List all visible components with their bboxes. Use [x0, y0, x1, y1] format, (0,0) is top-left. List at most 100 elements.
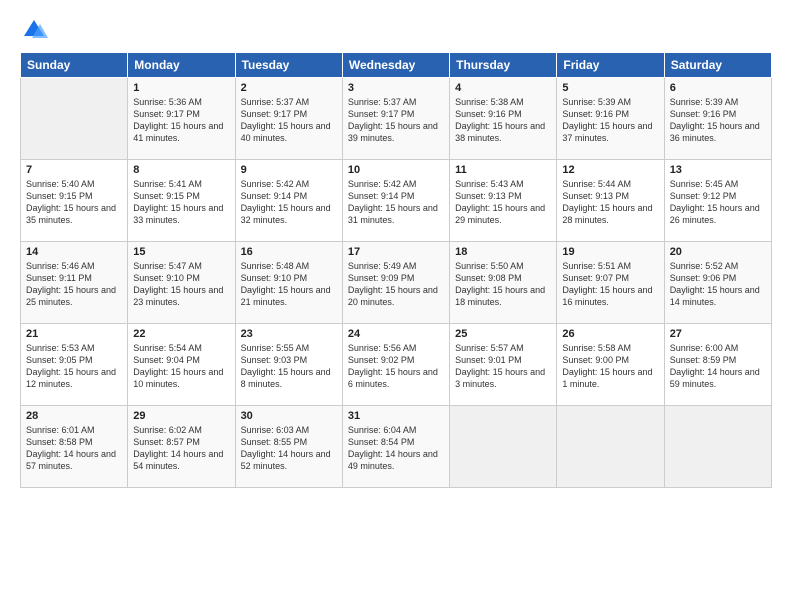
calendar-week-row: 7 Sunrise: 5:40 AMSunset: 9:15 PMDaylight… [21, 160, 772, 242]
cell-info: Sunrise: 5:44 AMSunset: 9:13 PMDaylight:… [562, 178, 658, 227]
calendar-cell: 15 Sunrise: 5:47 AMSunset: 9:10 PMDayligh… [128, 242, 235, 324]
cell-info: Sunrise: 5:37 AMSunset: 9:17 PMDaylight:… [241, 96, 337, 145]
calendar-cell: 17 Sunrise: 5:49 AMSunset: 9:09 PMDayligh… [342, 242, 449, 324]
weekday-header: Saturday [664, 53, 771, 78]
cell-info: Sunrise: 5:53 AMSunset: 9:05 PMDaylight:… [26, 342, 122, 391]
cell-info: Sunrise: 5:48 AMSunset: 9:10 PMDaylight:… [241, 260, 337, 309]
calendar-cell: 29 Sunrise: 6:02 AMSunset: 8:57 PMDayligh… [128, 406, 235, 488]
day-number: 18 [455, 246, 551, 258]
calendar-cell: 28 Sunrise: 6:01 AMSunset: 8:58 PMDayligh… [21, 406, 128, 488]
calendar-cell: 2 Sunrise: 5:37 AMSunset: 9:17 PMDaylight… [235, 78, 342, 160]
calendar-cell: 25 Sunrise: 5:57 AMSunset: 9:01 PMDayligh… [450, 324, 557, 406]
day-number: 24 [348, 328, 444, 340]
day-number: 15 [133, 246, 229, 258]
day-number: 17 [348, 246, 444, 258]
cell-info: Sunrise: 5:55 AMSunset: 9:03 PMDaylight:… [241, 342, 337, 391]
calendar-page: SundayMondayTuesdayWednesdayThursdayFrid… [0, 0, 792, 612]
cell-info: Sunrise: 6:02 AMSunset: 8:57 PMDaylight:… [133, 424, 229, 473]
logo [20, 16, 52, 44]
day-number: 12 [562, 164, 658, 176]
calendar-cell: 8 Sunrise: 5:41 AMSunset: 9:15 PMDaylight… [128, 160, 235, 242]
cell-info: Sunrise: 5:41 AMSunset: 9:15 PMDaylight:… [133, 178, 229, 227]
day-number: 16 [241, 246, 337, 258]
cell-info: Sunrise: 6:01 AMSunset: 8:58 PMDaylight:… [26, 424, 122, 473]
calendar-cell: 16 Sunrise: 5:48 AMSunset: 9:10 PMDayligh… [235, 242, 342, 324]
calendar-week-row: 1Sunrise: 5:36 AMSunset: 9:17 PMDaylight… [21, 78, 772, 160]
cell-info: Sunrise: 5:58 AMSunset: 9:00 PMDaylight:… [562, 342, 658, 391]
cell-info: Sunrise: 5:40 AMSunset: 9:15 PMDaylight:… [26, 178, 122, 227]
calendar-cell: 18 Sunrise: 5:50 AMSunset: 9:08 PMDayligh… [450, 242, 557, 324]
cell-info: Sunrise: 5:49 AMSunset: 9:09 PMDaylight:… [348, 260, 444, 309]
calendar-cell: 11Sunrise: 5:43 AMSunset: 9:13 PMDayligh… [450, 160, 557, 242]
cell-info: Sunrise: 6:03 AMSunset: 8:55 PMDaylight:… [241, 424, 337, 473]
weekday-header: Wednesday [342, 53, 449, 78]
calendar-header-row: SundayMondayTuesdayWednesdayThursdayFrid… [21, 53, 772, 78]
day-number: 3 [348, 82, 444, 94]
cell-info: Sunrise: 5:52 AMSunset: 9:06 PMDaylight:… [670, 260, 766, 309]
cell-info: Sunrise: 5:57 AMSunset: 9:01 PMDaylight:… [455, 342, 551, 391]
day-number: 13 [670, 164, 766, 176]
calendar-cell: 21 Sunrise: 5:53 AMSunset: 9:05 PMDayligh… [21, 324, 128, 406]
cell-info: Sunrise: 6:00 AMSunset: 8:59 PMDaylight:… [670, 342, 766, 391]
cell-info: Sunrise: 5:47 AMSunset: 9:10 PMDaylight:… [133, 260, 229, 309]
calendar-week-row: 28 Sunrise: 6:01 AMSunset: 8:58 PMDayligh… [21, 406, 772, 488]
calendar-cell: 20 Sunrise: 5:52 AMSunset: 9:06 PMDayligh… [664, 242, 771, 324]
cell-info: Sunrise: 5:39 AMSunset: 9:16 PMDaylight:… [670, 96, 766, 145]
day-number: 2 [241, 82, 337, 94]
calendar-cell: 27 Sunrise: 6:00 AMSunset: 8:59 PMDayligh… [664, 324, 771, 406]
day-number: 29 [133, 410, 229, 422]
weekday-header: Tuesday [235, 53, 342, 78]
calendar-cell: 10 Sunrise: 5:42 AMSunset: 9:14 PMDayligh… [342, 160, 449, 242]
day-number: 4 [455, 82, 551, 94]
day-number: 10 [348, 164, 444, 176]
cell-info: Sunrise: 5:56 AMSunset: 9:02 PMDaylight:… [348, 342, 444, 391]
cell-info: Sunrise: 5:46 AMSunset: 9:11 PMDaylight:… [26, 260, 122, 309]
calendar-cell: 5Sunrise: 5:39 AMSunset: 9:16 PMDaylight… [557, 78, 664, 160]
calendar-cell: 14 Sunrise: 5:46 AMSunset: 9:11 PMDayligh… [21, 242, 128, 324]
calendar-table: SundayMondayTuesdayWednesdayThursdayFrid… [20, 52, 772, 488]
day-number: 20 [670, 246, 766, 258]
cell-info: Sunrise: 5:54 AMSunset: 9:04 PMDaylight:… [133, 342, 229, 391]
calendar-cell: 22 Sunrise: 5:54 AMSunset: 9:04 PMDayligh… [128, 324, 235, 406]
day-number: 27 [670, 328, 766, 340]
day-number: 22 [133, 328, 229, 340]
calendar-cell [21, 78, 128, 160]
day-number: 26 [562, 328, 658, 340]
calendar-cell: 3Sunrise: 5:37 AMSunset: 9:17 PMDaylight… [342, 78, 449, 160]
day-number: 25 [455, 328, 551, 340]
header [20, 16, 772, 44]
day-number: 6 [670, 82, 766, 94]
calendar-cell: 23Sunrise: 5:55 AMSunset: 9:03 PMDayligh… [235, 324, 342, 406]
cell-info: Sunrise: 6:04 AMSunset: 8:54 PMDaylight:… [348, 424, 444, 473]
calendar-cell: 24 Sunrise: 5:56 AMSunset: 9:02 PMDayligh… [342, 324, 449, 406]
calendar-cell [450, 406, 557, 488]
calendar-week-row: 21 Sunrise: 5:53 AMSunset: 9:05 PMDayligh… [21, 324, 772, 406]
weekday-header: Friday [557, 53, 664, 78]
calendar-cell: 6 Sunrise: 5:39 AMSunset: 9:16 PMDaylight… [664, 78, 771, 160]
day-number: 9 [241, 164, 337, 176]
day-number: 14 [26, 246, 122, 258]
day-number: 7 [26, 164, 122, 176]
weekday-header: Monday [128, 53, 235, 78]
cell-info: Sunrise: 5:50 AMSunset: 9:08 PMDaylight:… [455, 260, 551, 309]
day-number: 8 [133, 164, 229, 176]
calendar-cell: 26 Sunrise: 5:58 AMSunset: 9:00 PMDayligh… [557, 324, 664, 406]
calendar-cell: 30Sunrise: 6:03 AMSunset: 8:55 PMDayligh… [235, 406, 342, 488]
day-number: 31 [348, 410, 444, 422]
calendar-cell: 12 Sunrise: 5:44 AMSunset: 9:13 PMDayligh… [557, 160, 664, 242]
calendar-week-row: 14 Sunrise: 5:46 AMSunset: 9:11 PMDayligh… [21, 242, 772, 324]
calendar-cell: 4Sunrise: 5:38 AMSunset: 9:16 PMDaylight… [450, 78, 557, 160]
calendar-cell [557, 406, 664, 488]
day-number: 1 [133, 82, 229, 94]
day-number: 5 [562, 82, 658, 94]
calendar-cell [664, 406, 771, 488]
weekday-header: Thursday [450, 53, 557, 78]
cell-info: Sunrise: 5:42 AMSunset: 9:14 PMDaylight:… [241, 178, 337, 227]
day-number: 11 [455, 164, 551, 176]
cell-info: Sunrise: 5:51 AMSunset: 9:07 PMDaylight:… [562, 260, 658, 309]
day-number: 28 [26, 410, 122, 422]
calendar-cell: 31 Sunrise: 6:04 AMSunset: 8:54 PMDayligh… [342, 406, 449, 488]
day-number: 21 [26, 328, 122, 340]
cell-info: Sunrise: 5:42 AMSunset: 9:14 PMDaylight:… [348, 178, 444, 227]
calendar-cell: 1Sunrise: 5:36 AMSunset: 9:17 PMDaylight… [128, 78, 235, 160]
